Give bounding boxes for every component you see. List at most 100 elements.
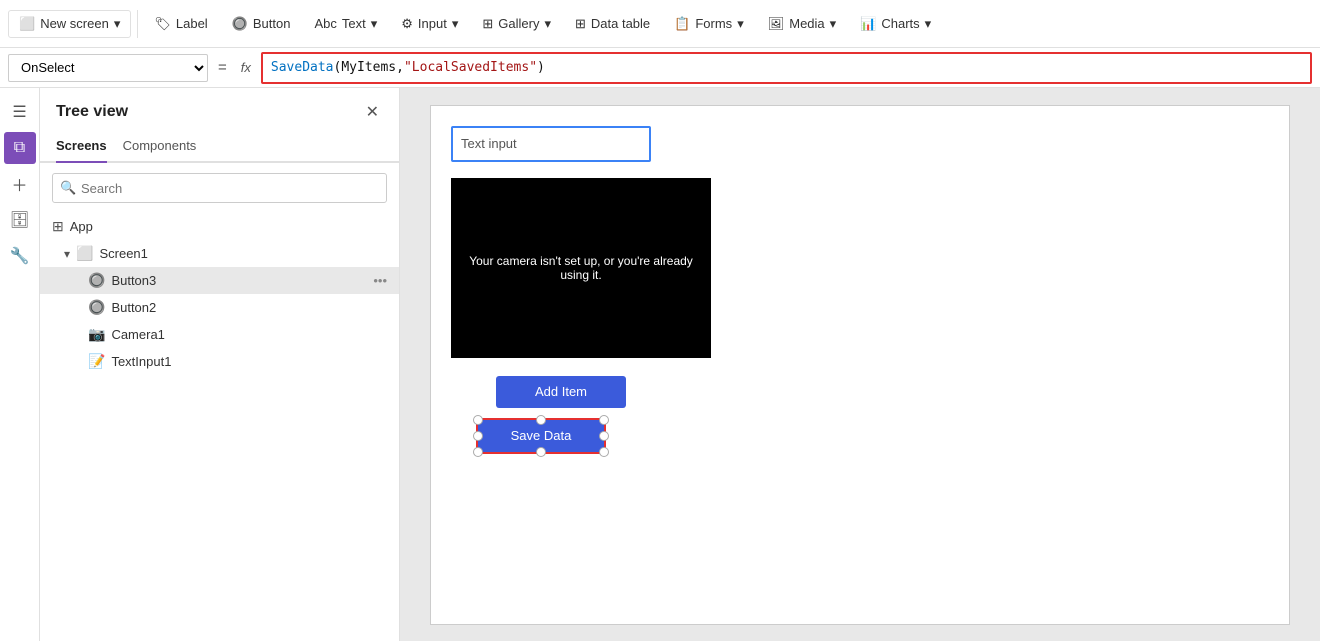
- camera-message: Your camera isn't set up, or you're alre…: [451, 244, 711, 292]
- toolbar: ⬜ New screen ▾ 🏷 Label 🔘 Button Abc Text…: [0, 0, 1320, 48]
- new-screen-button[interactable]: ⬜ New screen ▾: [8, 10, 131, 38]
- tree-panel: Tree view ✕ Screens Components 🔍 ⊞ App ▾…: [40, 88, 400, 641]
- formula-arg1: MyItems: [341, 60, 396, 75]
- formula-comma: ,: [396, 60, 404, 75]
- tree-item-button2[interactable]: 🔘 Button2: [40, 294, 399, 321]
- data-table-icon: ⊞: [575, 16, 586, 32]
- tree-tabs: Screens Components: [40, 132, 399, 163]
- input-label: Input: [418, 16, 447, 31]
- handle-bl: [473, 447, 483, 457]
- media-button[interactable]: 🖼 Media ▾: [758, 10, 846, 38]
- gallery-button[interactable]: ⊞ Gallery ▾: [472, 10, 561, 38]
- tree-title: Tree view: [56, 103, 128, 121]
- app-icon: ⊞: [52, 218, 64, 235]
- formula-equals: =: [214, 59, 231, 76]
- text-label: Text: [342, 16, 366, 31]
- formula-keyword: SaveData: [271, 60, 334, 75]
- canvas-area: Text input Your camera isn't set up, or …: [400, 88, 1320, 641]
- button2-icon: 🔘: [88, 299, 105, 316]
- gallery-icon: ⊞: [482, 16, 493, 32]
- tree-item-app[interactable]: ⊞ App: [40, 213, 399, 240]
- charts-icon: 📊: [860, 16, 876, 32]
- button-button[interactable]: 🔘 Button: [222, 10, 301, 38]
- hamburger-icon[interactable]: ☰: [4, 96, 36, 128]
- media-chevron-icon: ▾: [830, 16, 837, 32]
- tab-screens[interactable]: Screens: [56, 132, 107, 163]
- camera1-label: Camera1: [111, 327, 164, 342]
- save-data-button[interactable]: Save Data: [476, 418, 606, 454]
- database-icon[interactable]: 🗄: [4, 204, 36, 236]
- tree-item-screen1[interactable]: ▾ ⬜ Screen1: [40, 240, 399, 267]
- search-icon: 🔍: [60, 180, 76, 196]
- new-screen-chevron-icon: ▾: [114, 16, 121, 32]
- tree-item-textinput1[interactable]: 📝 TextInput1: [40, 348, 399, 375]
- plus-icon[interactable]: ＋: [4, 168, 36, 200]
- data-table-button[interactable]: ⊞ Data table: [565, 10, 660, 38]
- tools-icon[interactable]: 🔧: [4, 240, 36, 272]
- formula-input[interactable]: SaveData( MyItems, "LocalSavedItems" ): [261, 52, 1312, 84]
- tree-item-button3[interactable]: 🔘 Button3 •••: [40, 267, 399, 294]
- charts-chevron-icon: ▾: [925, 16, 932, 32]
- formula-fx-button[interactable]: fx: [237, 60, 255, 75]
- handle-bm: [536, 447, 546, 457]
- button-label: Button: [253, 16, 291, 31]
- search-input[interactable]: [52, 173, 387, 203]
- forms-label: Forms: [695, 16, 732, 31]
- layers-icon[interactable]: ⧉: [4, 132, 36, 164]
- tab-components[interactable]: Components: [123, 132, 197, 163]
- label-button[interactable]: 🏷 Label: [144, 10, 217, 38]
- screen1-icon: ⬜: [76, 245, 93, 262]
- save-data-label: Save Data: [511, 428, 572, 443]
- handle-mr: [599, 431, 609, 441]
- forms-icon: 📋: [674, 16, 690, 32]
- divider-1: [137, 10, 138, 38]
- label-label: Label: [176, 16, 208, 31]
- charts-label: Charts: [881, 16, 919, 31]
- button-icon: 🔘: [232, 16, 248, 32]
- camera1-icon: 📷: [88, 326, 105, 343]
- text-input-placeholder: Text input: [461, 136, 517, 151]
- add-item-label: Add Item: [535, 384, 587, 399]
- media-icon: 🖼: [768, 16, 785, 32]
- gallery-label: Gallery: [498, 16, 539, 31]
- handle-tl: [473, 415, 483, 425]
- button3-icon: 🔘: [88, 272, 105, 289]
- canvas-frame: Text input Your camera isn't set up, or …: [430, 105, 1290, 625]
- text-button[interactable]: Abc Text ▾: [304, 10, 387, 38]
- canvas-text-input[interactable]: Text input: [451, 126, 651, 162]
- data-table-label: Data table: [591, 16, 650, 31]
- input-icon: ⚙: [401, 16, 413, 32]
- handle-tm: [536, 415, 546, 425]
- side-icon-bar: ☰ ⧉ ＋ 🗄 🔧: [0, 88, 40, 641]
- add-item-button[interactable]: Add Item: [496, 376, 626, 408]
- app-label: App: [70, 219, 93, 234]
- forms-button[interactable]: 📋 Forms ▾: [664, 10, 754, 38]
- tree-item-camera1[interactable]: 📷 Camera1: [40, 321, 399, 348]
- tree-search-container: 🔍: [52, 173, 387, 203]
- handle-br: [599, 447, 609, 457]
- new-screen-label: New screen: [40, 16, 109, 31]
- gallery-chevron-icon: ▾: [544, 16, 551, 32]
- button3-more-icon[interactable]: •••: [373, 273, 387, 288]
- formula-paren-close: ): [537, 60, 545, 75]
- formula-arg2: "LocalSavedItems": [404, 60, 537, 75]
- handle-tr: [599, 415, 609, 425]
- button3-label: Button3: [111, 273, 156, 288]
- canvas-camera: Your camera isn't set up, or you're alre…: [451, 178, 711, 358]
- forms-chevron-icon: ▾: [737, 16, 744, 32]
- new-screen-icon: ⬜: [19, 16, 35, 32]
- input-chevron-icon: ▾: [452, 16, 459, 32]
- charts-button[interactable]: 📊 Charts ▾: [850, 10, 941, 38]
- tree-close-button[interactable]: ✕: [362, 100, 383, 124]
- property-select[interactable]: OnSelect: [8, 54, 208, 82]
- input-button[interactable]: ⚙ Input ▾: [391, 10, 468, 38]
- handle-ml: [473, 431, 483, 441]
- label-icon: 🏷: [154, 16, 171, 32]
- tree-header: Tree view ✕: [40, 88, 399, 132]
- screen1-label: Screen1: [99, 246, 147, 261]
- screen1-chevron-icon: ▾: [64, 247, 70, 261]
- text-chevron-icon: ▾: [371, 16, 378, 32]
- media-label: Media: [789, 16, 824, 31]
- button2-label: Button2: [111, 300, 156, 315]
- textinput1-label: TextInput1: [111, 354, 171, 369]
